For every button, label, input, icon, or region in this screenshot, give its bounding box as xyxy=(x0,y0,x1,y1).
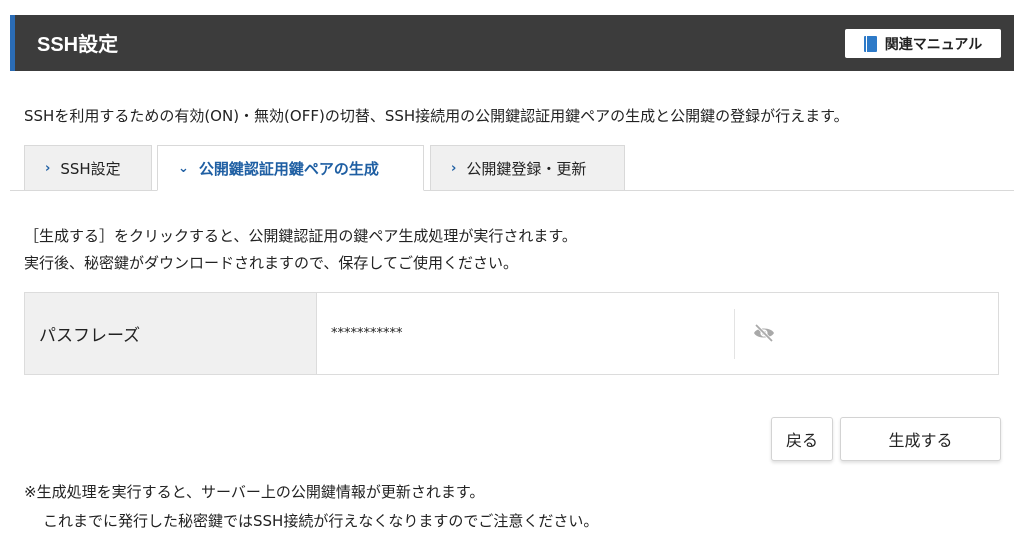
back-button[interactable]: 戻る xyxy=(771,417,833,461)
input-divider xyxy=(734,309,735,359)
page-title: SSH設定 xyxy=(37,34,119,56)
chevron-down-icon: ⌄ xyxy=(178,160,189,176)
notes: ※生成処理を実行すると、サーバー上の公開鍵情報が更新されます。 これまでに発行し… xyxy=(24,478,598,536)
tab-ssh-settings[interactable]: › SSH設定 xyxy=(24,145,152,190)
instructions: ［生成する］をクリックすると、公開鍵認証用の鍵ペア生成処理が実行されます。 実行… xyxy=(24,223,577,277)
tab-label: 公開鍵登録・更新 xyxy=(466,159,587,178)
note-line: これまでに発行した秘密鍵ではSSH接続が行えなくなりますのでご注意ください。 xyxy=(43,512,599,530)
tab-label: SSH設定 xyxy=(60,159,121,178)
page: SSH設定 関連マニュアル SSHを利用するための有効(ON)・無効(OFF)の… xyxy=(0,0,1024,549)
passphrase-input-cell xyxy=(317,293,998,374)
tab-label: 公開鍵認証用鍵ペアの生成 xyxy=(198,159,379,178)
instructions-line: ［生成する］をクリックすると、公開鍵認証用の鍵ペア生成処理が実行されます。 xyxy=(24,227,577,245)
tab-public-key-registration[interactable]: › 公開鍵登録・更新 xyxy=(430,145,625,190)
chevron-right-icon: › xyxy=(45,160,51,176)
eye-slash-icon[interactable] xyxy=(752,323,776,343)
passphrase-input[interactable] xyxy=(331,321,731,345)
passphrase-form: パスフレーズ xyxy=(24,292,999,375)
chevron-right-icon: › xyxy=(451,160,457,176)
tab-keypair-generation[interactable]: ⌄ 公開鍵認証用鍵ペアの生成 xyxy=(157,145,424,191)
page-header: SSH設定 関連マニュアル xyxy=(10,15,1014,71)
passphrase-label: パスフレーズ xyxy=(25,293,317,374)
related-manual-label: 関連マニュアル xyxy=(884,36,983,53)
page-description: SSHを利用するための有効(ON)・無効(OFF)の切替、SSH接続用の公開鍵認… xyxy=(24,107,849,125)
related-manual-button[interactable]: 関連マニュアル xyxy=(845,29,1001,58)
instructions-line: 実行後、秘密鍵がダウンロードされますので、保存してご使用ください。 xyxy=(24,254,518,272)
book-icon xyxy=(863,35,877,52)
note-line: ※生成処理を実行すると、サーバー上の公開鍵情報が更新されます。 xyxy=(24,483,485,501)
generate-button[interactable]: 生成する xyxy=(840,417,1001,461)
